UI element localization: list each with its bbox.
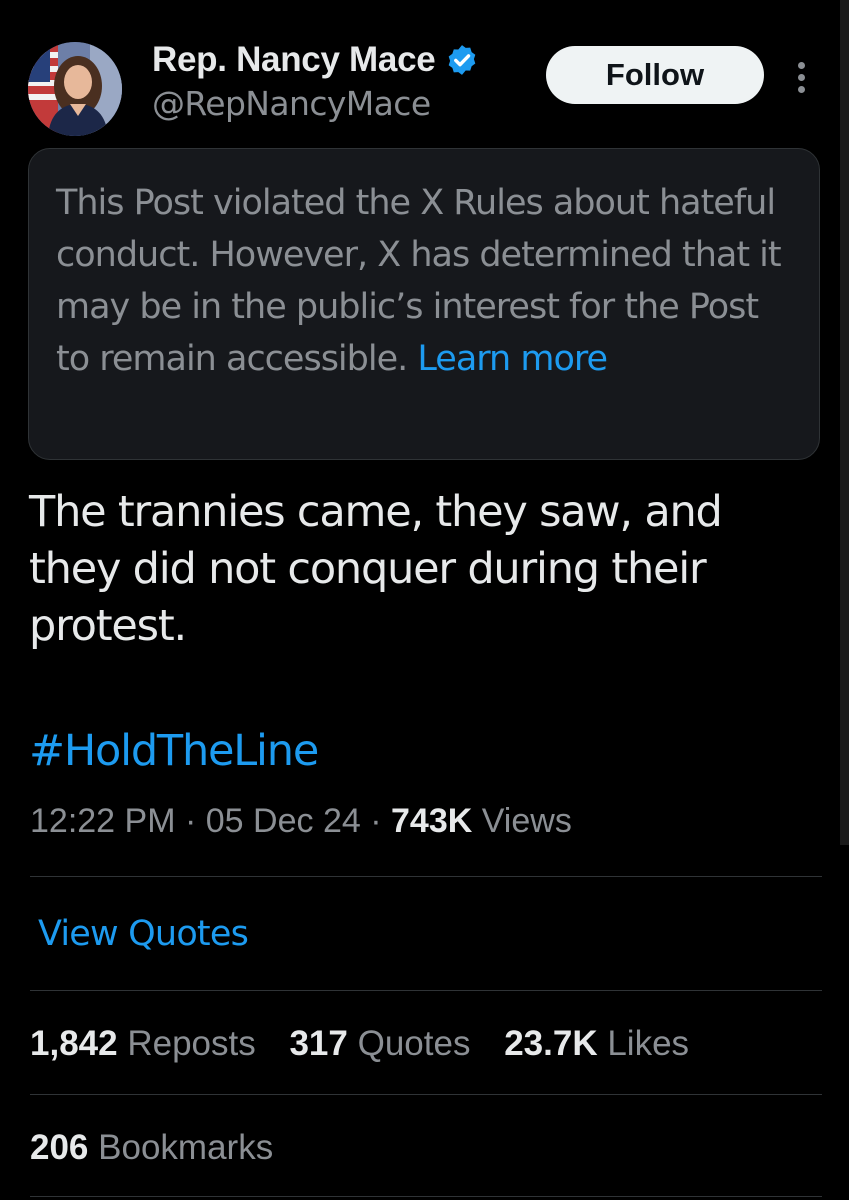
post-meta: 12:22 PM · 05 Dec 24 · 743K Views	[30, 802, 572, 841]
divider	[30, 876, 822, 877]
policy-notice: This Post violated the X Rules about hat…	[28, 148, 820, 460]
scrollbar[interactable]	[840, 0, 849, 845]
avatar-image	[28, 42, 122, 136]
post-date[interactable]: 05 Dec 24	[206, 802, 361, 840]
verified-badge-icon	[445, 43, 479, 77]
avatar[interactable]	[28, 42, 122, 136]
reposts-label: Reposts	[127, 1024, 256, 1063]
bookmarks-stat[interactable]: 206 Bookmarks	[30, 1128, 273, 1168]
bookmarks-label: Bookmarks	[98, 1128, 274, 1167]
reposts-stat[interactable]: 1,842 Reposts	[30, 1024, 256, 1064]
display-name-row: Rep. Nancy Mace	[152, 38, 479, 82]
reposts-count: 1,842	[30, 1024, 118, 1063]
likes-count: 23.7K	[504, 1024, 598, 1063]
post-header: Rep. Nancy Mace @RepNancyMace Follow	[0, 0, 849, 140]
policy-notice-text: This Post violated the X Rules about hat…	[56, 177, 793, 385]
post-text: The trannies came, they saw, and they di…	[29, 487, 723, 651]
quotes-label: Quotes	[357, 1024, 471, 1063]
meta-separator: ·	[184, 802, 197, 840]
meta-separator: ·	[370, 802, 382, 840]
post-time[interactable]: 12:22 PM	[30, 802, 176, 840]
follow-button[interactable]: Follow	[546, 46, 764, 104]
view-quotes-link[interactable]: View Quotes	[38, 914, 249, 954]
divider	[30, 1094, 822, 1095]
divider	[30, 990, 822, 991]
quotes-stat[interactable]: 317 Quotes	[289, 1024, 470, 1064]
engagement-stats: 1,842 Reposts 317 Quotes 23.7K Likes	[30, 1024, 713, 1064]
likes-label: Likes	[607, 1024, 690, 1063]
author-handle[interactable]: @RepNancyMace	[152, 84, 431, 123]
more-vertical-icon[interactable]	[790, 60, 814, 96]
learn-more-link[interactable]: Learn more	[417, 339, 608, 379]
views-label: Views	[481, 802, 572, 840]
quotes-count: 317	[289, 1024, 348, 1063]
display-name[interactable]: Rep. Nancy Mace	[152, 40, 436, 80]
bookmarks-count: 206	[30, 1128, 89, 1167]
hashtag-link[interactable]: #HoldTheLine	[29, 726, 319, 776]
views-count: 743K	[391, 802, 473, 840]
likes-stat[interactable]: 23.7K Likes	[504, 1024, 689, 1064]
divider	[30, 1196, 822, 1197]
